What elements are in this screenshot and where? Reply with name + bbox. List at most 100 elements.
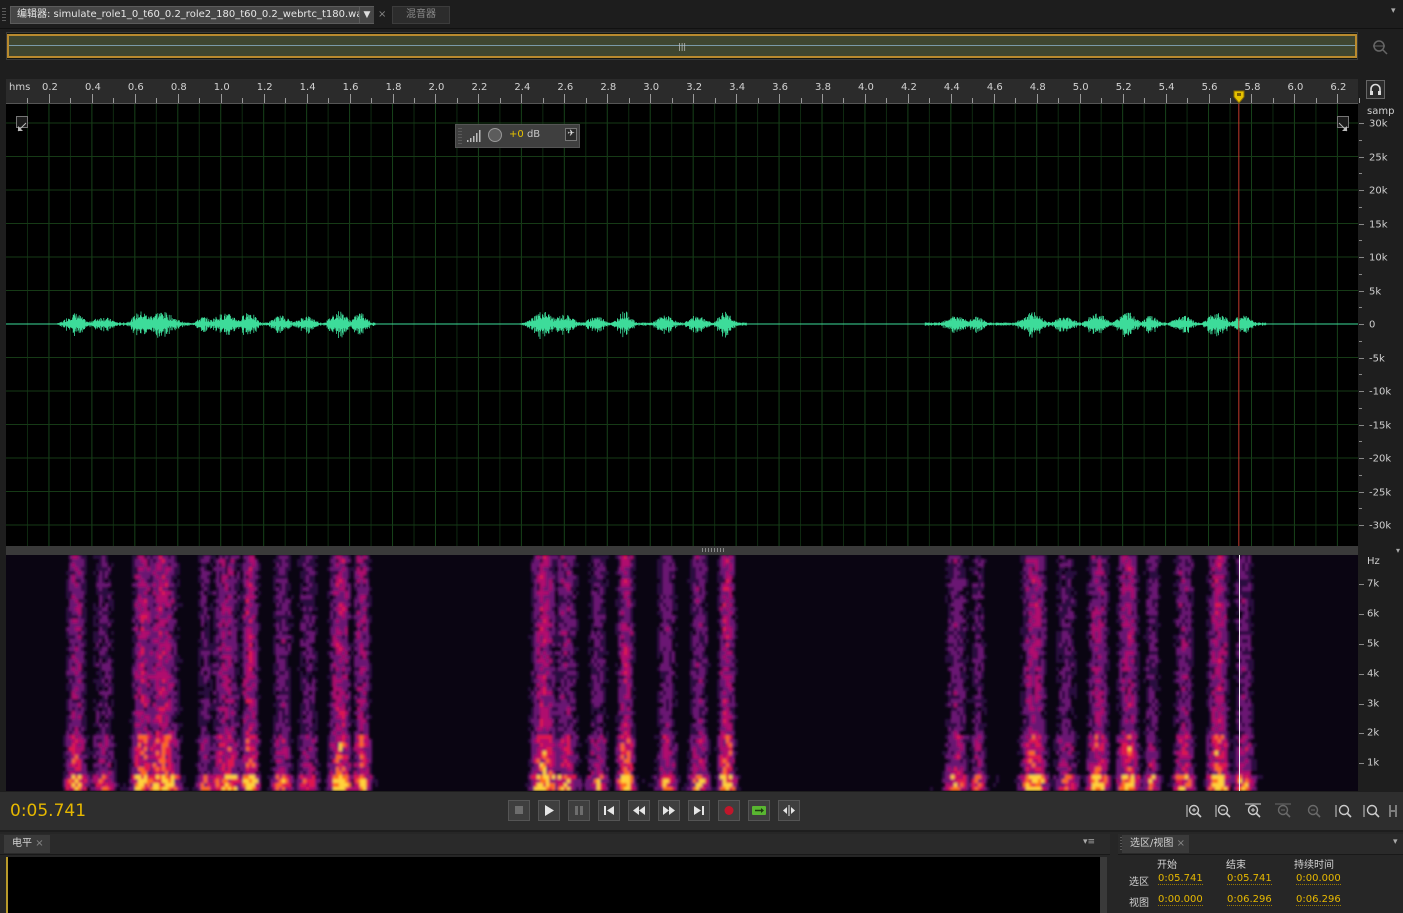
spectrogram-cell xyxy=(270,739,273,743)
pin-hud-icon[interactable]: ✈ xyxy=(565,128,577,141)
spectrogram-cell xyxy=(333,579,336,583)
spectrogram-cell xyxy=(102,615,105,619)
spectrogram-cell xyxy=(273,647,276,651)
spectrogram-cell xyxy=(246,559,249,563)
spectrogram-cell xyxy=(360,703,363,707)
spectrogram-cell xyxy=(303,675,306,679)
spectrogram-cell xyxy=(153,695,156,699)
spectrogram-cell xyxy=(279,771,282,775)
spectrogram-cell xyxy=(78,619,81,623)
tab-dropdown-icon[interactable]: ▼ xyxy=(359,7,374,23)
amplitude-scale[interactable] xyxy=(1359,104,1403,546)
spectrogram-cell xyxy=(309,735,312,739)
spectrogram-cell xyxy=(555,775,558,779)
spectrogram-cell xyxy=(75,607,78,611)
spectrogram-cell xyxy=(360,787,363,791)
tab-editor[interactable]: 编辑器: simulate_role1_0_t60_0.2_role2_180_… xyxy=(10,6,374,24)
spectrogram-cell xyxy=(303,615,306,619)
spectrogram-canvas[interactable] xyxy=(6,555,1358,791)
spectrogram-cell xyxy=(303,571,306,575)
spectrogram-cell xyxy=(342,555,345,559)
ruler-label: 2.0 xyxy=(428,82,445,93)
spectrogram-cell xyxy=(327,747,330,751)
spectrogram-cell xyxy=(345,735,348,739)
spectrogram-cell xyxy=(546,755,549,759)
hud-grip[interactable] xyxy=(458,128,462,144)
spectrogram-cell xyxy=(531,563,534,567)
zoom-navigator-icon[interactable] xyxy=(1371,38,1389,56)
spectrogram-cell xyxy=(69,607,72,611)
spectrogram-cell xyxy=(222,723,225,727)
spectrogram-cell xyxy=(210,703,213,707)
waveform-display[interactable] xyxy=(6,104,1358,546)
spectrogram-cell xyxy=(162,723,165,727)
spectrogram-cell xyxy=(255,567,258,571)
spectrogram-cell xyxy=(306,623,309,627)
time-ruler[interactable] xyxy=(6,79,1358,104)
spectrogram-cell xyxy=(66,719,69,723)
spectrogram-cell xyxy=(84,727,87,731)
spectrogram-cell xyxy=(360,615,363,619)
spectrogram-cell xyxy=(363,787,366,791)
spectrogram-cell xyxy=(135,723,138,727)
spectrogram-cell xyxy=(282,611,285,615)
spectrogram-cell xyxy=(354,743,357,747)
spectrogram-cell xyxy=(225,687,228,691)
spectrogram-cell xyxy=(102,599,105,603)
spectrogram-cell xyxy=(135,727,138,731)
spectrogram-cell xyxy=(99,703,102,707)
spectrogram-cell xyxy=(354,559,357,563)
waveform-canvas[interactable] xyxy=(6,104,1358,546)
spectrogram-cell xyxy=(93,635,96,639)
ruler-tick xyxy=(414,98,415,103)
gain-readout[interactable]: +0 dB xyxy=(509,129,540,140)
spectrogram-cell xyxy=(96,763,99,767)
panel-menu-icon[interactable]: ▾ xyxy=(1391,6,1396,16)
spectrogram-cell xyxy=(165,743,168,747)
spectrogram-cell xyxy=(537,651,540,655)
spectrogram-cell xyxy=(204,707,207,711)
spectrogram-cell xyxy=(84,775,87,779)
divider-grip[interactable] xyxy=(702,548,726,552)
headphone-monitor-icon[interactable] xyxy=(1366,80,1385,99)
spectrogram-cell xyxy=(234,555,237,559)
spectrogram-cell xyxy=(162,695,165,699)
spectral-display[interactable] xyxy=(6,555,1358,791)
spectrogram-cell xyxy=(81,659,84,663)
scroll-left-icon[interactable] xyxy=(16,116,28,132)
spectrogram-cell xyxy=(168,727,171,731)
scroll-right-icon[interactable] xyxy=(1337,116,1349,132)
spectrogram-cell xyxy=(336,679,339,683)
spectrogram-cell xyxy=(258,667,261,671)
tab-mixer[interactable]: 混音器 xyxy=(392,6,450,24)
spectrogram-cell xyxy=(144,603,147,607)
spectrogram-cell xyxy=(540,707,543,711)
spectrogram-cell xyxy=(345,671,348,675)
spectrogram-cell xyxy=(549,727,552,731)
spectrogram-cell xyxy=(84,671,87,675)
divider-menu-icon[interactable]: ▾ xyxy=(1396,546,1400,555)
spectrogram-cell xyxy=(207,607,210,611)
spectrogram-cell xyxy=(153,747,156,751)
spectrogram-cell xyxy=(243,635,246,639)
spectrogram-cell xyxy=(369,559,372,563)
waveform-spectral-divider[interactable] xyxy=(6,546,1358,555)
spectrogram-cell xyxy=(552,599,555,603)
spectrogram-cell xyxy=(300,727,303,731)
spectrogram-cell xyxy=(237,615,240,619)
spectrogram-cell xyxy=(333,703,336,707)
gain-knob[interactable] xyxy=(488,128,502,142)
spectrogram-cell xyxy=(153,723,156,727)
spectrogram-cell xyxy=(342,583,345,587)
spectrogram-cell xyxy=(339,787,342,791)
spectrogram-cell xyxy=(201,603,204,607)
spectrogram-cell xyxy=(345,691,348,695)
spectrogram-cell xyxy=(198,663,201,667)
tab-bar-grip[interactable] xyxy=(2,8,6,22)
overview-drag-handle-icon[interactable]: ||| xyxy=(678,42,686,51)
tab-close-icon[interactable]: × xyxy=(378,7,386,23)
spectrogram-cell xyxy=(102,643,105,647)
spectrogram-cell xyxy=(156,775,159,779)
spectrogram-cell xyxy=(339,699,342,703)
spectrogram-cell xyxy=(93,767,96,771)
